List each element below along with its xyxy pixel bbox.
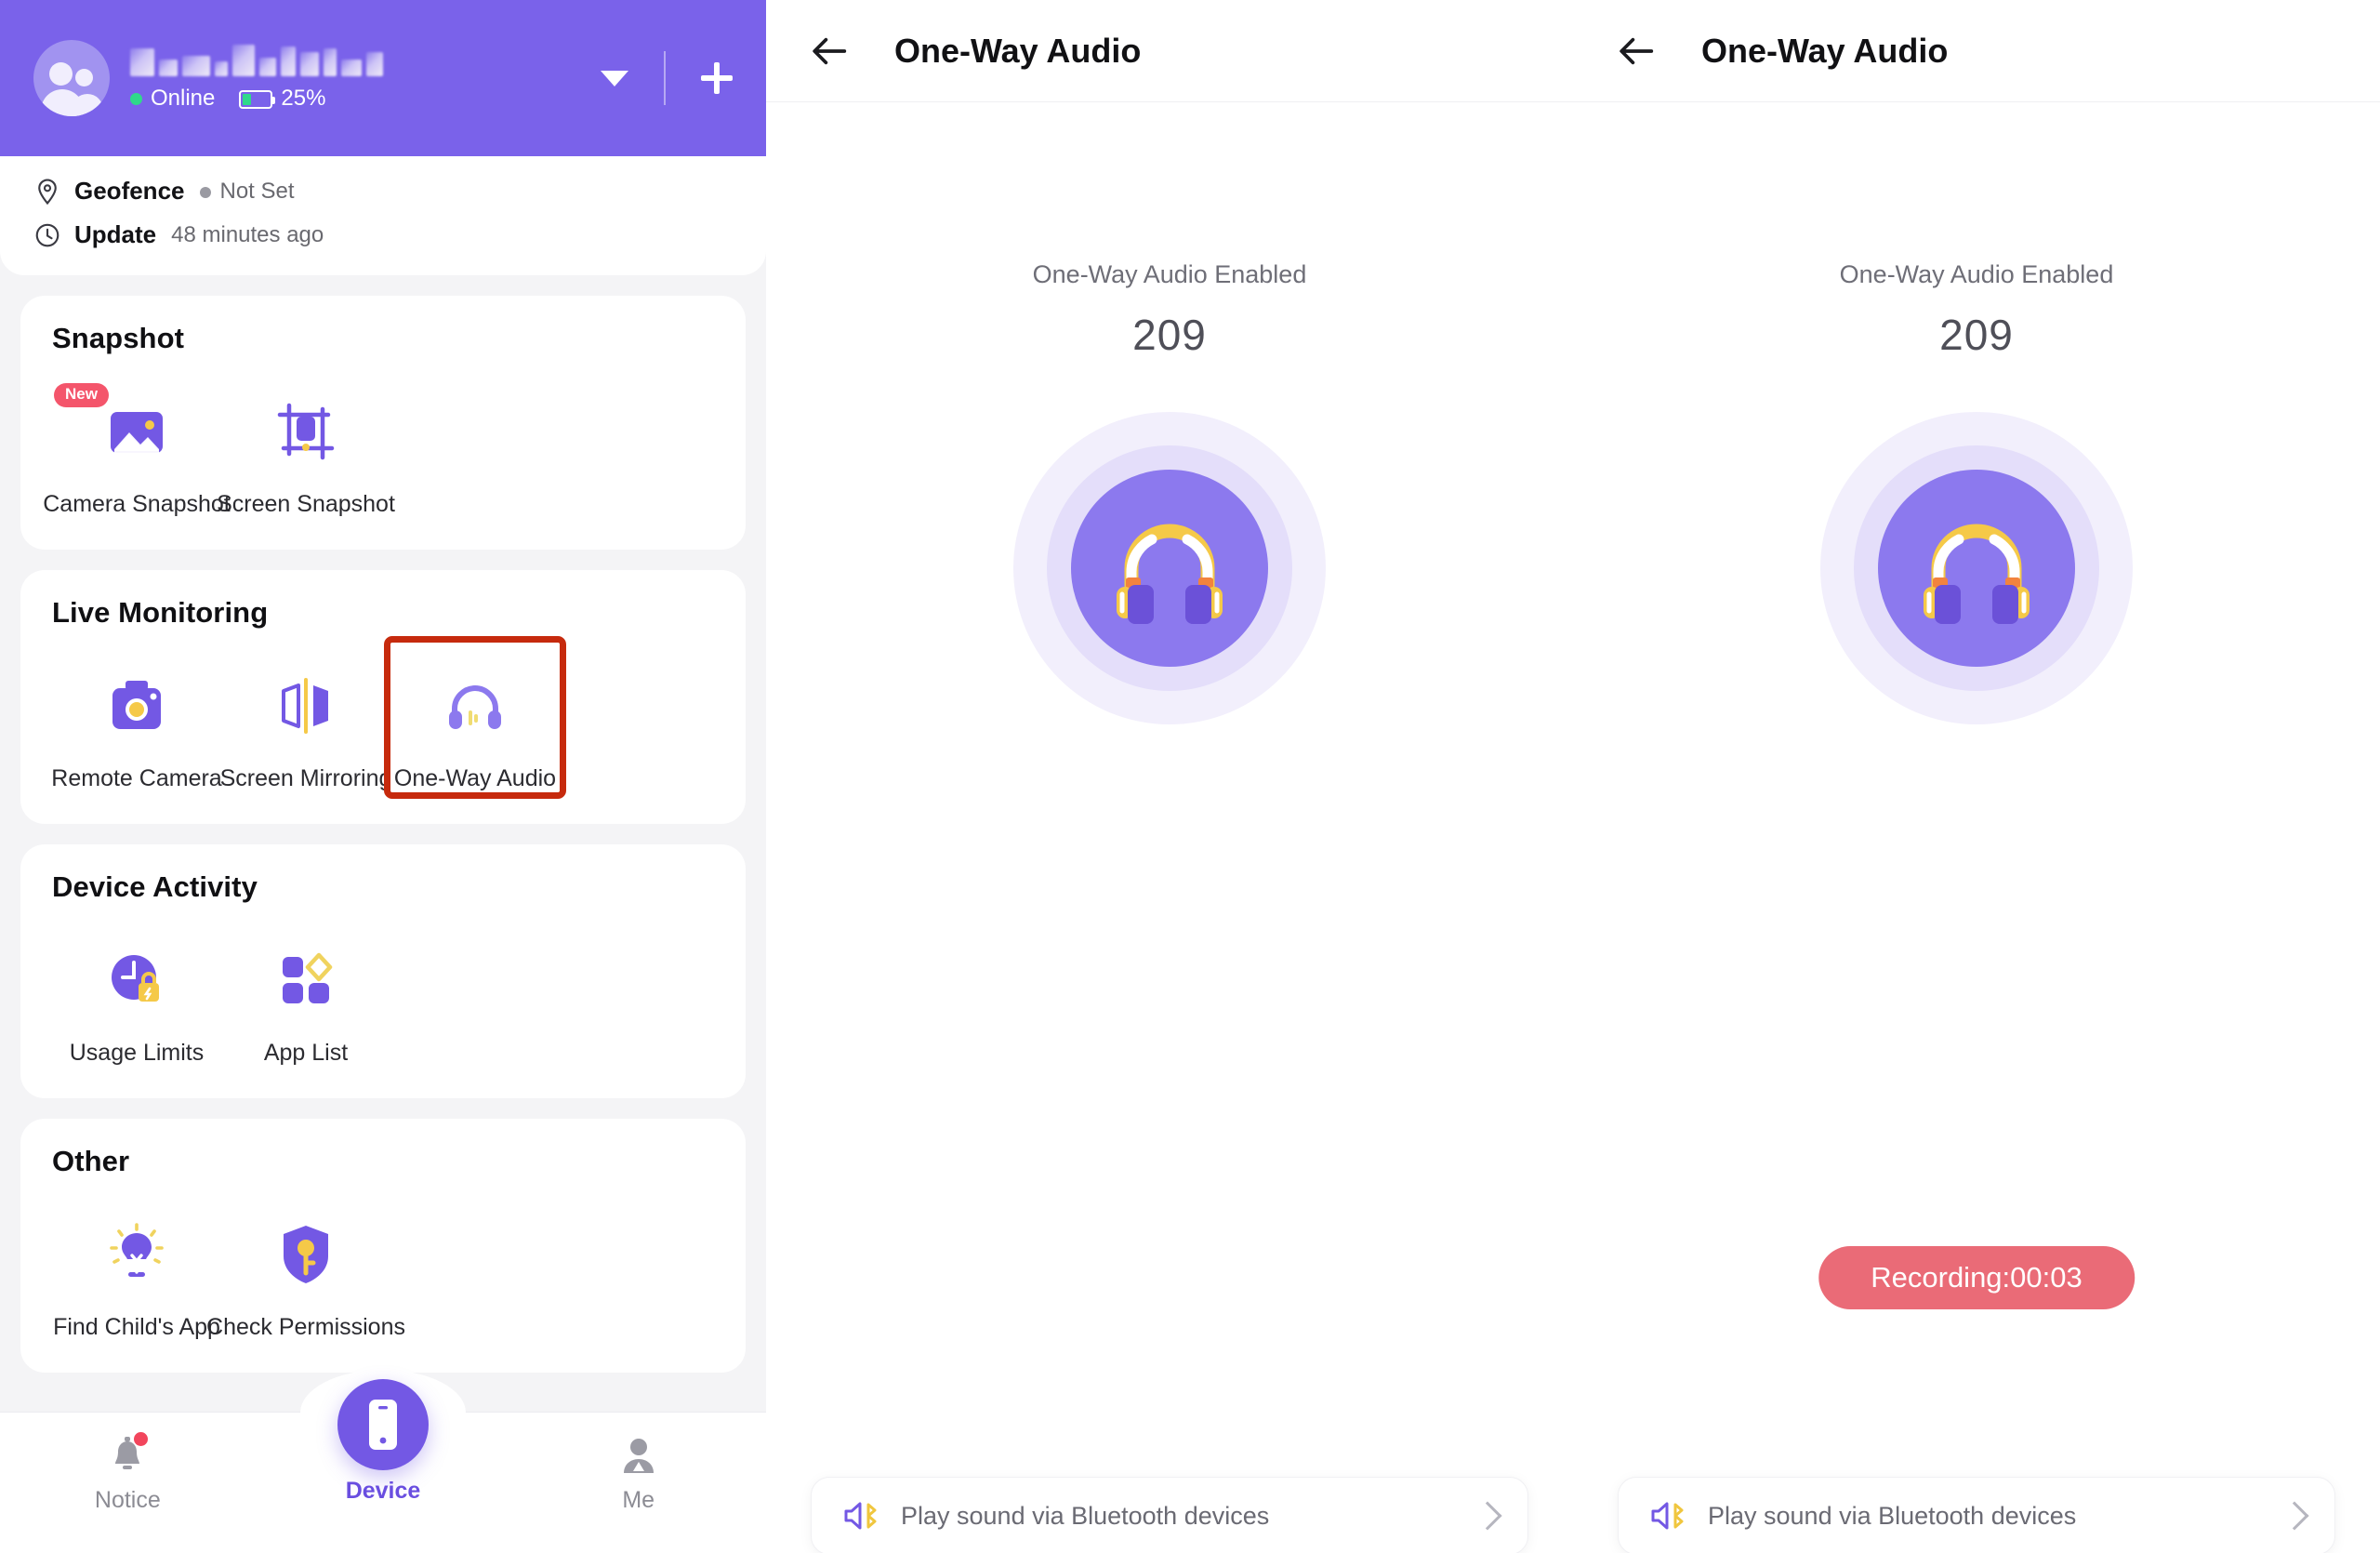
tile-screen-mirroring[interactable]: Screen Mirroring — [219, 643, 392, 792]
section-title: Snapshot — [52, 322, 185, 354]
page-title: One-Way Audio — [1701, 31, 1949, 70]
panel-header: One-Way Audio — [1573, 0, 2380, 102]
person-icon — [615, 1431, 663, 1480]
battery-icon — [239, 89, 276, 109]
page-title: One-Way Audio — [894, 31, 1142, 70]
tile-one-way-audio[interactable]: One-Way Audio — [384, 636, 566, 799]
device-meta-card: Geofence Not Set Update 48 minutes ago — [0, 156, 766, 275]
device-dashboard-panel: Online 25% Geofence Not Set Update 48 mi… — [0, 0, 766, 1553]
section-title: Other — [52, 1145, 130, 1177]
panel-header: One-Way Audio — [766, 0, 1573, 102]
tile-label: One-Way Audio — [393, 765, 557, 791]
chevron-down-icon[interactable] — [601, 70, 628, 86]
tab-label: Device — [345, 1478, 421, 1504]
headphones-icon — [436, 667, 514, 745]
device-header: Online 25% — [0, 0, 766, 156]
panel-body: One-Way Audio Enabled 209 — [766, 260, 1573, 1553]
chevron-right-icon — [1473, 1501, 1502, 1531]
status-text: One-Way Audio Enabled — [1032, 260, 1307, 288]
tile-find-childs-app[interactable]: Find Child's App — [52, 1191, 221, 1341]
recording-status-badge: Recording:00:03 — [1818, 1246, 2135, 1309]
meta-row-update[interactable]: Update 48 minutes ago — [33, 220, 733, 249]
tile-label: Screen Snapshot — [217, 491, 395, 517]
device-name-blurred — [130, 45, 383, 76]
headphones-circle-icon — [1820, 412, 2133, 724]
section-other: Other Find Child's App Check Permissions — [20, 1119, 746, 1373]
online-dot-icon — [130, 93, 142, 106]
bluetooth-playback-row[interactable]: Play sound via Bluetooth devices — [811, 1477, 1528, 1553]
avatar — [33, 40, 110, 116]
meta-value: Not Set — [199, 179, 295, 205]
section-live-monitoring: Live Monitoring Remote Camera Screen Mir… — [20, 570, 746, 824]
section-snapshot: Snapshot New Camera Snapshot Screen Snap… — [20, 296, 746, 550]
status-text: One-Way Audio Enabled — [1839, 260, 2114, 288]
bluetooth-row-label: Play sound via Bluetooth devices — [1708, 1501, 2077, 1530]
tile-remote-camera[interactable]: Remote Camera — [51, 643, 222, 792]
clock-lock-icon — [98, 941, 176, 1019]
new-badge: New — [54, 383, 109, 407]
plus-icon[interactable] — [701, 62, 733, 94]
audio-counter: 209 — [1939, 311, 2014, 359]
audio-counter: 209 — [1132, 311, 1207, 359]
app-grid-icon — [267, 941, 345, 1019]
meta-value: 48 minutes ago — [171, 221, 324, 247]
battery-status: 25% — [239, 86, 325, 112]
tile-check-permissions[interactable]: Check Permissions — [206, 1191, 405, 1341]
section-title: Live Monitoring — [52, 596, 269, 629]
meta-row-geofence[interactable]: Geofence Not Set — [33, 177, 733, 206]
tab-me[interactable]: Me — [510, 1413, 766, 1514]
tile-camera-snapshot[interactable]: New Camera Snapshot — [43, 368, 231, 518]
tile-label: Check Permissions — [206, 1314, 405, 1340]
panel-body: One-Way Audio Enabled 209 — [1573, 260, 2380, 1553]
shield-key-icon — [267, 1215, 345, 1294]
screen-mirroring-icon — [267, 667, 345, 745]
clock-icon — [35, 223, 60, 246]
tab-label: Notice — [94, 1487, 161, 1513]
tile-usage-limits[interactable]: Usage Limits — [52, 917, 221, 1067]
meta-label: Update — [74, 220, 157, 248]
tab-label: Me — [622, 1487, 655, 1513]
screen-snapshot-icon — [267, 392, 345, 471]
tile-label: Remote Camera — [51, 765, 222, 791]
lightbulb-icon — [98, 1215, 176, 1294]
bottom-tab-bar: Notice Device Me — [0, 1379, 766, 1553]
tile-label: Screen Mirroring — [219, 765, 392, 791]
section-device-activity: Device Activity Usage Limits App List — [20, 844, 746, 1098]
back-arrow-icon[interactable] — [1616, 30, 1659, 73]
tile-label: Find Child's App — [53, 1314, 220, 1340]
tile-app-list[interactable]: App List — [221, 917, 390, 1067]
bell-icon — [103, 1431, 152, 1480]
online-status: Online — [130, 86, 215, 112]
tile-screen-snapshot[interactable]: Screen Snapshot — [217, 368, 395, 518]
location-pin-icon — [38, 178, 57, 205]
tile-label: Camera Snapshot — [43, 491, 231, 517]
speaker-bluetooth-icon — [1651, 1502, 1684, 1530]
one-way-audio-panel: One-Way Audio One-Way Audio Enabled 209 — [766, 0, 1573, 1553]
bluetooth-playback-row[interactable]: Play sound via Bluetooth devices — [1618, 1477, 2335, 1553]
bluetooth-row-label: Play sound via Bluetooth devices — [901, 1501, 1270, 1530]
one-way-audio-recording-panel: One-Way Audio One-Way Audio Enabled 209 — [1573, 0, 2380, 1553]
chevron-right-icon — [2280, 1501, 2309, 1531]
meta-label: Geofence — [74, 177, 185, 205]
header-divider — [664, 51, 666, 105]
headphones-circle-icon — [1013, 412, 1326, 724]
camera-icon — [98, 667, 176, 745]
photo-snapshot-icon — [98, 392, 176, 471]
section-title: Device Activity — [52, 870, 258, 903]
back-arrow-icon[interactable] — [809, 30, 852, 73]
tile-label: App List — [263, 1040, 349, 1066]
tab-notice[interactable]: Notice — [0, 1413, 256, 1514]
tile-label: Usage Limits — [69, 1040, 205, 1066]
speaker-bluetooth-icon — [844, 1502, 877, 1530]
app-screenshot: Online 25% Geofence Not Set Update 48 mi… — [0, 0, 2380, 1553]
tab-device[interactable]: Device — [256, 1361, 511, 1505]
phone-icon — [337, 1379, 429, 1470]
